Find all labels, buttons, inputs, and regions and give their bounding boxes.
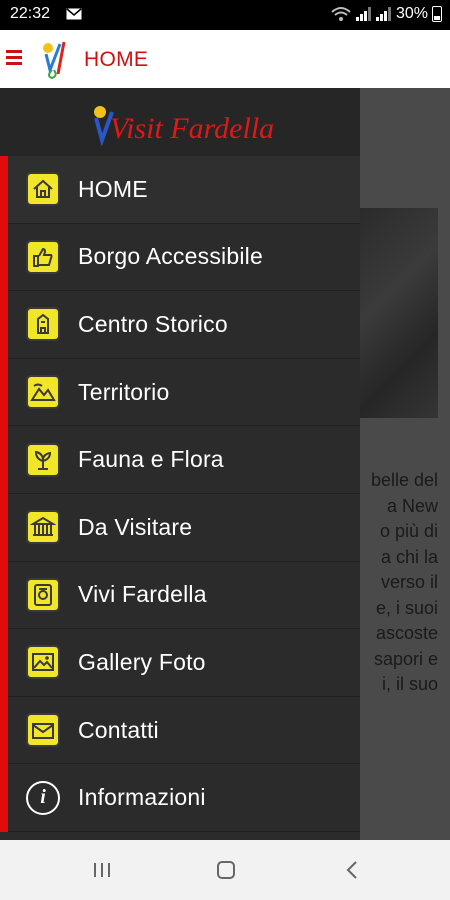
menu-item-borgo-accessibile[interactable]: Borgo Accessibile	[8, 224, 360, 292]
drawer-header: Visit Fardella	[0, 88, 360, 156]
signal-icon-2	[375, 7, 391, 21]
badge-icon	[26, 577, 60, 612]
menu-item-contatti[interactable]: Contatti	[8, 697, 360, 765]
gallery-icon	[26, 645, 60, 680]
menu-item-label: Fauna e Flora	[78, 446, 224, 473]
menu-item-informazioni[interactable]: i Informazioni	[8, 764, 360, 832]
system-nav-bar	[0, 840, 450, 900]
menu-item-home[interactable]: HOME	[8, 156, 360, 224]
menu-item-label: Territorio	[78, 378, 170, 405]
status-time: 22:32	[10, 5, 51, 22]
menu-item-vivi-fardella[interactable]: Vivi Fardella	[8, 562, 360, 630]
home-icon	[26, 172, 60, 207]
menu-item-label: Gallery Foto	[78, 648, 206, 675]
signal-icon	[355, 7, 371, 21]
tower-icon	[26, 307, 60, 342]
brand-logo: Visit Fardella	[94, 106, 274, 146]
menu-item-centro-storico[interactable]: Centro Storico	[8, 291, 360, 359]
status-bar: 22:32 30%	[0, 0, 450, 30]
recent-apps-icon[interactable]	[90, 858, 114, 882]
menu-item-label: Contatti	[78, 716, 159, 743]
drawer-accent-bar	[0, 156, 8, 832]
home-button-icon[interactable]	[214, 858, 238, 882]
menu-item-label: Informazioni	[78, 784, 206, 811]
content-photo	[360, 208, 438, 418]
back-icon[interactable]	[340, 858, 364, 882]
plant-icon	[26, 442, 60, 477]
app-logo	[43, 41, 66, 80]
envelope-icon	[26, 713, 60, 748]
message-icon	[66, 8, 82, 20]
brand-text: Visit Fardella	[110, 112, 274, 145]
wifi-icon	[331, 7, 351, 21]
menu-item-label: Centro Storico	[78, 310, 228, 337]
battery-percent: 30%	[395, 5, 428, 22]
menu-item-label: Vivi Fardella	[78, 581, 207, 608]
battery-icon	[432, 6, 442, 22]
drawer-menu: HOME Borgo Accessibile Centro Storico Te…	[8, 156, 360, 832]
menu-item-label: Da Visitare	[78, 513, 193, 540]
menu-item-gallery-foto[interactable]: Gallery Foto	[8, 629, 360, 697]
menu-item-da-visitare[interactable]: Da Visitare	[8, 494, 360, 562]
mountains-icon	[26, 375, 60, 410]
menu-item-label: HOME	[78, 175, 148, 202]
menu-item-territorio[interactable]: Territorio	[8, 359, 360, 427]
app-toolbar: HOME	[0, 30, 450, 88]
status-right: 30%	[330, 5, 442, 23]
navigation-drawer: Visit Fardella HOME Borgo Accessibile Ce…	[0, 88, 360, 840]
building-icon	[26, 510, 60, 545]
menu-icon[interactable]	[6, 50, 22, 66]
page-title: HOME	[84, 48, 149, 71]
info-icon: i	[26, 780, 60, 815]
thumbs-up-icon	[26, 239, 60, 274]
menu-item-label: Borgo Accessibile	[78, 243, 263, 270]
menu-item-fauna-e-flora[interactable]: Fauna e Flora	[8, 426, 360, 494]
